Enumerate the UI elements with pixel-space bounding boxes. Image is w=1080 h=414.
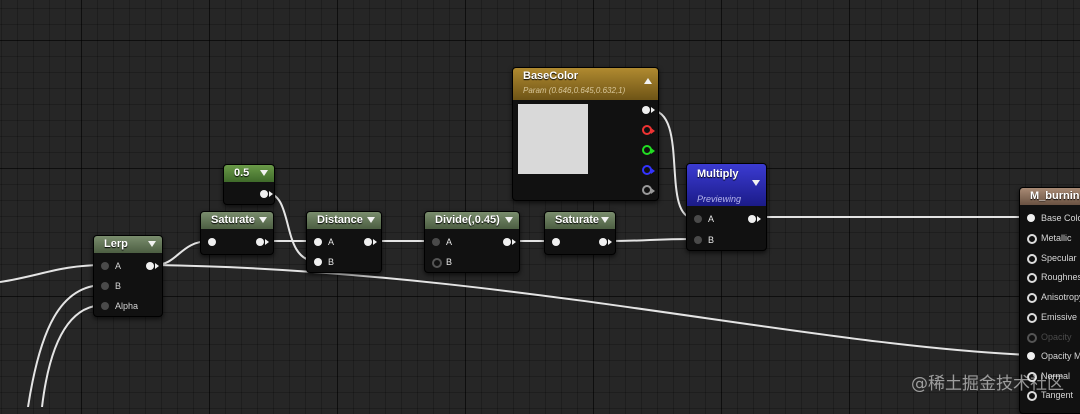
material-input-label: Roughness [1041,272,1080,282]
lerp-output-pin[interactable] [146,262,159,270]
saturate-node-title: Saturate [555,214,600,226]
distance-input-a-pin[interactable] [314,238,322,246]
lerp-node[interactable]: Lerp A B Alpha [93,235,163,317]
saturate-input-pin[interactable] [552,238,560,246]
saturate-node-1[interactable]: Saturate [200,211,274,255]
lerp-input-alpha-pin[interactable] [101,302,109,310]
basecolor-node-subtitle: Param (0.646,0.645,0.632,1) [523,86,626,95]
material-input-pin[interactable] [1027,352,1035,360]
multiply-input-b-pin[interactable] [694,236,702,244]
multiply-node-title: Multiply [697,168,739,180]
constant-output-pin[interactable] [260,190,273,198]
divide-input-a-label: A [446,237,453,247]
constant-node-header[interactable]: 0.5 [224,165,274,182]
divide-output-pin[interactable] [503,238,516,246]
distance-node[interactable]: Distance A B [306,211,382,273]
distance-output-pin[interactable] [364,238,377,246]
wire-lerp-to-opacity-mask [154,264,1031,356]
constant-node[interactable]: 0.5 [223,164,275,205]
distance-node-header[interactable]: Distance [307,212,381,229]
lerp-input-b-label: B [115,281,122,291]
material-input-pin[interactable] [1027,333,1037,343]
material-input-label: Anisotropy [1041,292,1080,302]
collapse-icon[interactable] [148,241,156,247]
divide-node-header[interactable]: Divide(,0.45) [425,212,519,229]
saturate-output-pin[interactable] [599,238,612,246]
material-input-label: Opacity [1041,332,1072,342]
lerp-input-alpha-label: Alpha [115,301,139,311]
divide-node-title: Divide(,0.45) [435,214,500,226]
material-input-pin[interactable] [1027,234,1037,244]
material-input-label: Metallic [1041,233,1072,243]
lerp-node-title: Lerp [104,238,128,250]
saturate-node-2[interactable]: Saturate [544,211,616,255]
distance-input-b-pin[interactable] [314,258,322,266]
collapse-icon[interactable] [601,217,609,223]
material-input-label: Specular [1041,253,1077,263]
divide-input-b-label: B [446,257,453,267]
watermark: @稀土掘金技术社区 [911,374,1064,394]
collapse-icon[interactable] [505,217,513,223]
multiply-input-a-pin[interactable] [694,215,702,223]
collapse-icon[interactable] [367,217,375,223]
wire-left-to-lerp-a [0,264,105,283]
lerp-input-a-pin[interactable] [101,262,109,270]
divide-input-b-pin[interactable] [432,258,442,268]
basecolor-rgb-output-pin[interactable] [642,106,655,114]
collapse-icon[interactable] [259,217,267,223]
material-input-pin[interactable] [1027,254,1037,264]
expand-icon[interactable] [644,78,652,84]
multiply-output-pin[interactable] [748,215,761,223]
material-input-pin[interactable] [1027,214,1035,222]
divide-node[interactable]: Divide(,0.45) A B [424,211,520,273]
lerp-input-a-label: A [115,261,122,271]
saturate-node-header[interactable]: Saturate [545,212,615,229]
material-node-title: M_burning [1030,190,1080,202]
material-input-label: Opacity Mask [1041,351,1080,361]
multiply-node[interactable]: Multiply Previewing A B [686,163,767,251]
material-input-label: Base Color [1041,213,1080,223]
material-input-pin[interactable] [1027,273,1037,283]
lerp-input-b-pin[interactable] [101,282,109,290]
distance-input-a-label: A [328,237,335,247]
color-preview-swatch [518,104,588,174]
material-input-pin[interactable] [1027,313,1037,323]
distance-node-title: Distance [317,214,363,226]
collapse-icon[interactable] [752,180,760,186]
multiply-input-a-label: A [708,214,715,224]
multiply-node-subtitle: Previewing [697,194,742,204]
wire-saturate-to-multiply-b [606,238,695,242]
basecolor-g-output-pin[interactable] [642,145,655,155]
multiply-input-b-label: B [708,235,715,245]
saturate-output-pin[interactable] [256,238,269,246]
basecolor-node-header[interactable]: BaseColor Param (0.646,0.645,0.632,1) [513,68,658,100]
lerp-node-header[interactable]: Lerp [94,236,162,253]
wire-connections [0,109,1031,407]
basecolor-param-node[interactable]: BaseColor Param (0.646,0.645,0.632,1) [512,67,659,201]
basecolor-r-output-pin[interactable] [642,125,655,135]
saturate-input-pin[interactable] [208,238,216,246]
collapse-icon[interactable] [260,170,268,176]
material-node-header[interactable]: M_burning [1020,188,1080,205]
wire-left-to-lerp-alpha [41,304,105,407]
material-input-label: Emissive Color [1041,312,1080,322]
constant-node-title: 0.5 [234,167,250,179]
saturate-node-header[interactable]: Saturate [201,212,273,229]
material-input-pin[interactable] [1027,293,1037,303]
multiply-node-header[interactable]: Multiply Previewing [687,164,766,206]
basecolor-b-output-pin[interactable] [642,165,655,175]
saturate-node-title: Saturate [211,214,256,226]
distance-input-b-label: B [328,257,335,267]
basecolor-a-output-pin[interactable] [642,185,655,195]
divide-input-a-pin[interactable] [432,238,440,246]
basecolor-node-title: BaseColor [523,70,579,82]
